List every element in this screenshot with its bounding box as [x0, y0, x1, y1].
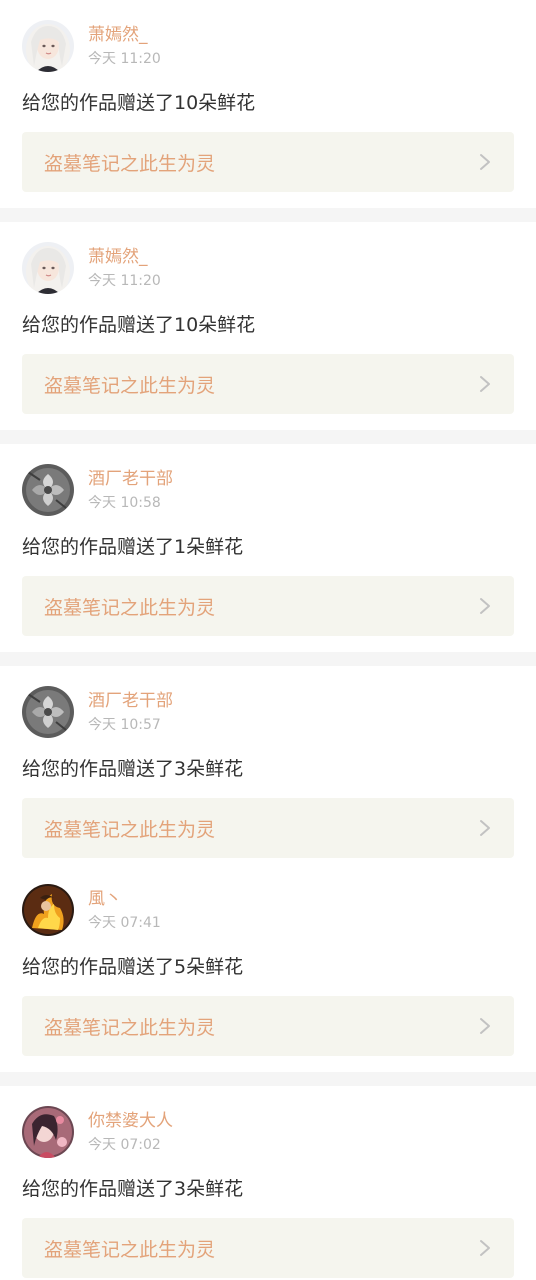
timestamp: 今天 10:57: [88, 716, 161, 733]
chevron-right-icon: [480, 1018, 490, 1034]
book-link[interactable]: 盗墓笔记之此生为灵: [22, 576, 514, 636]
gift-message: 给您的作品赠送了3朵鲜花: [22, 1178, 244, 1200]
notification-header: 酒厂老干部 今天 10:57: [22, 684, 514, 740]
username-link[interactable]: 酒厂老干部: [88, 468, 173, 490]
book-link[interactable]: 盗墓笔记之此生为灵: [22, 1218, 514, 1278]
notification-card: 你禁婆大人 今天 07:02 给您的作品赠送了3朵鲜花 盗墓笔记之此生为灵: [0, 1086, 536, 1280]
username-link[interactable]: 你禁婆大人: [88, 1110, 173, 1132]
timestamp: 今天 11:20: [88, 272, 161, 289]
book-title: 盗墓笔记之此生为灵: [44, 596, 216, 619]
chevron-right-icon: [480, 598, 490, 614]
book-link[interactable]: 盗墓笔记之此生为灵: [22, 996, 514, 1056]
timestamp: 今天 11:20: [88, 50, 161, 67]
gift-message: 给您的作品赠送了1朵鲜花: [22, 536, 244, 558]
book-title: 盗墓笔记之此生为灵: [44, 1238, 216, 1261]
timestamp: 今天 07:41: [88, 914, 161, 931]
user-meta: 酒厂老干部 今天 10:58: [88, 468, 173, 513]
chevron-right-icon: [480, 820, 490, 836]
book-title: 盗墓笔记之此生为灵: [44, 1016, 216, 1039]
notification-header: 萧嫣然_ 今天 11:20: [22, 240, 514, 296]
notification-card: 酒厂老干部 今天 10:57 给您的作品赠送了3朵鲜花 盗墓笔记之此生为灵: [0, 666, 536, 874]
username-link[interactable]: 酒厂老干部: [88, 690, 173, 712]
notification-card: 酒厂老干部 今天 10:58 给您的作品赠送了1朵鲜花 盗墓笔记之此生为灵: [0, 444, 536, 652]
username-link[interactable]: 風丶: [88, 888, 161, 910]
timestamp: 今天 10:58: [88, 494, 161, 511]
avatar-fire-character-icon[interactable]: [22, 884, 74, 936]
avatar-white-hair-girl-icon[interactable]: [22, 242, 74, 294]
gift-message: 给您的作品赠送了3朵鲜花: [22, 758, 244, 780]
notification-card: 風丶 今天 07:41 给您的作品赠送了5朵鲜花 盗墓笔记之此生为灵: [0, 874, 536, 1072]
notification-feed: 萧嫣然_ 今天 11:20 给您的作品赠送了10朵鲜花 盗墓笔记之此生为灵 萧嫣…: [0, 0, 536, 1280]
notification-header: 酒厂老干部 今天 10:58: [22, 462, 514, 518]
avatar-white-hair-girl-icon[interactable]: [22, 20, 74, 72]
book-link[interactable]: 盗墓笔记之此生为灵: [22, 798, 514, 858]
chevron-right-icon: [480, 1240, 490, 1256]
gift-message: 给您的作品赠送了5朵鲜花: [22, 956, 244, 978]
book-link[interactable]: 盗墓笔记之此生为灵: [22, 132, 514, 192]
avatar-gray-flower-icon[interactable]: [22, 686, 74, 738]
card-separator: [0, 430, 536, 444]
notification-card: 萧嫣然_ 今天 11:20 给您的作品赠送了10朵鲜花 盗墓笔记之此生为灵: [0, 0, 536, 208]
avatar-anime-girl-icon[interactable]: [22, 1106, 74, 1158]
chevron-right-icon: [480, 376, 490, 392]
chevron-right-icon: [480, 154, 490, 170]
card-separator: [0, 1072, 536, 1086]
user-meta: 萧嫣然_ 今天 11:20: [88, 246, 161, 291]
card-separator: [0, 652, 536, 666]
user-meta: 你禁婆大人 今天 07:02: [88, 1110, 173, 1155]
username-link[interactable]: 萧嫣然_: [88, 24, 161, 46]
user-meta: 萧嫣然_ 今天 11:20: [88, 24, 161, 69]
user-meta: 風丶 今天 07:41: [88, 888, 161, 933]
notification-header: 你禁婆大人 今天 07:02: [22, 1104, 514, 1160]
gift-message: 给您的作品赠送了10朵鲜花: [22, 314, 256, 336]
user-meta: 酒厂老干部 今天 10:57: [88, 690, 173, 735]
book-link[interactable]: 盗墓笔记之此生为灵: [22, 354, 514, 414]
gift-message: 给您的作品赠送了10朵鲜花: [22, 92, 256, 114]
timestamp: 今天 07:02: [88, 1136, 161, 1153]
card-separator: [0, 208, 536, 222]
avatar-gray-flower-icon[interactable]: [22, 464, 74, 516]
notification-card: 萧嫣然_ 今天 11:20 给您的作品赠送了10朵鲜花 盗墓笔记之此生为灵: [0, 222, 536, 430]
notification-header: 萧嫣然_ 今天 11:20: [22, 18, 514, 74]
book-title: 盗墓笔记之此生为灵: [44, 374, 216, 397]
username-link[interactable]: 萧嫣然_: [88, 246, 161, 268]
book-title: 盗墓笔记之此生为灵: [44, 152, 216, 175]
book-title: 盗墓笔记之此生为灵: [44, 818, 216, 841]
notification-header: 風丶 今天 07:41: [22, 882, 514, 938]
